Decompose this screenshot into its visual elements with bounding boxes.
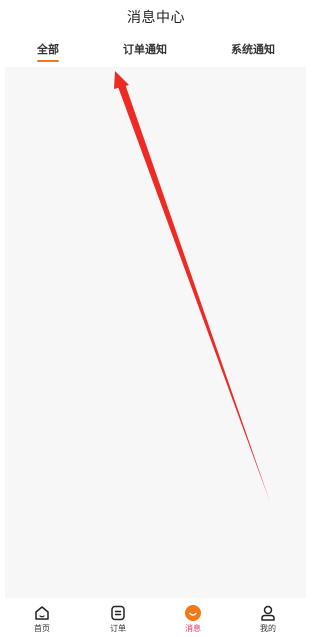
header: 消息中心 bbox=[0, 0, 312, 34]
tab-all-label: 全部 bbox=[37, 43, 59, 56]
tabbar-item-message[interactable]: 消息 bbox=[168, 598, 218, 637]
message-list-empty bbox=[5, 67, 306, 598]
message-icon bbox=[185, 605, 201, 621]
tabbar-label-order: 订单 bbox=[110, 624, 126, 633]
tab-active-indicator bbox=[37, 60, 59, 62]
tabbar-label-home: 首页 bbox=[34, 624, 50, 633]
profile-icon bbox=[261, 605, 275, 621]
tabbar-item-order[interactable]: 订单 bbox=[93, 598, 143, 637]
order-icon bbox=[111, 605, 125, 621]
tab-order-notifications-label: 订单通知 bbox=[123, 43, 167, 56]
tabbar-item-home[interactable]: 首页 bbox=[17, 598, 67, 637]
tab-system-notifications-label: 系统通知 bbox=[231, 43, 275, 56]
tab-all[interactable]: 全部 bbox=[30, 36, 66, 64]
message-tabs: 全部 订单通知 系统通知 bbox=[0, 36, 312, 66]
tab-system-notifications[interactable]: 系统通知 bbox=[226, 36, 280, 64]
home-icon bbox=[35, 606, 49, 620]
page-title: 消息中心 bbox=[127, 10, 185, 26]
tabbar-item-mine[interactable]: 我的 bbox=[243, 598, 293, 637]
tabbar-label-message: 消息 bbox=[185, 624, 201, 633]
tabbar-label-mine: 我的 bbox=[260, 624, 276, 633]
bottom-tabbar: 首页 订单 消息 我的 bbox=[0, 598, 312, 637]
tab-order-notifications[interactable]: 订单通知 bbox=[118, 36, 172, 64]
